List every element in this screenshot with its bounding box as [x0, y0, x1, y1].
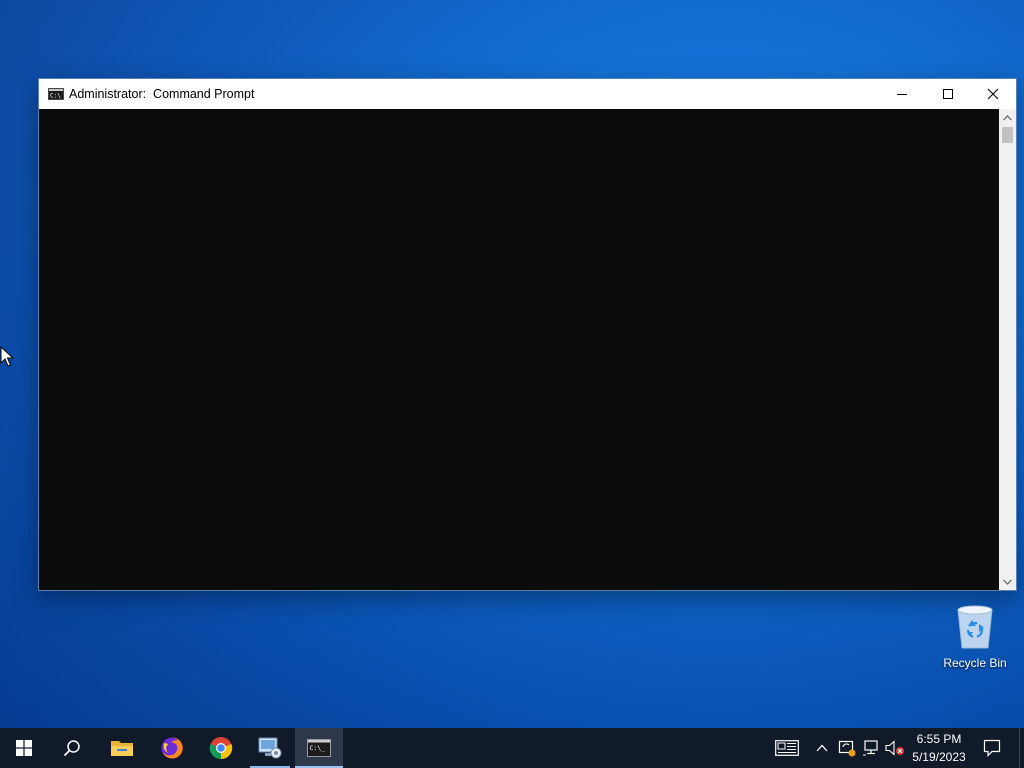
- update-icon: [838, 740, 856, 757]
- search-button[interactable]: [48, 728, 96, 768]
- mouse-cursor-icon: [0, 346, 14, 367]
- close-icon: [987, 88, 999, 100]
- chevron-up-icon: [816, 744, 828, 752]
- close-button[interactable]: [970, 79, 1016, 109]
- update-status-button[interactable]: [837, 738, 857, 758]
- volume-muted-icon: [885, 740, 904, 756]
- action-center-button[interactable]: [980, 738, 1004, 758]
- minimize-icon: [897, 94, 907, 95]
- svg-text:C:\: C:\: [50, 93, 61, 100]
- maximize-icon: [943, 89, 953, 99]
- command-prompt-window[interactable]: C:\ Administrator: Command Prompt: [38, 78, 1017, 591]
- chrome-icon: [209, 737, 233, 760]
- setup-icon: [258, 737, 282, 759]
- show-hidden-icons-button[interactable]: [814, 738, 830, 758]
- start-button[interactable]: [0, 728, 48, 768]
- file-explorer-button[interactable]: [98, 728, 146, 768]
- network-button[interactable]: [862, 738, 880, 758]
- chrome-button[interactable]: [197, 728, 245, 768]
- cmd-icon: C:\: [48, 88, 64, 100]
- clock[interactable]: 6:55 PM 5/19/2023: [906, 730, 972, 766]
- show-desktop-button[interactable]: [1019, 728, 1024, 768]
- search-icon: [63, 740, 80, 757]
- console-output[interactable]: [39, 109, 999, 590]
- volume-button[interactable]: [885, 738, 905, 758]
- clock-date: 5/19/2023: [912, 750, 966, 764]
- scroll-down-button[interactable]: [999, 573, 1016, 590]
- folder-icon: [111, 741, 133, 756]
- desktop: C:\ Administrator: Command Prompt Recycl…: [0, 0, 1024, 728]
- recycle-bin-icon: [957, 605, 993, 649]
- scroll-up-button[interactable]: [999, 109, 1016, 126]
- window-title: Administrator: Command Prompt: [69, 87, 255, 101]
- vertical-scrollbar[interactable]: [999, 109, 1016, 590]
- network-icon: [863, 740, 878, 756]
- firefox-icon: [161, 737, 183, 759]
- chevron-down-icon: [1003, 579, 1012, 585]
- news-widget-button[interactable]: [774, 738, 800, 758]
- minimize-button[interactable]: [879, 79, 925, 109]
- svg-text:C:\_: C:\_: [310, 744, 326, 752]
- taskbar: C:\_ 6:55 PM 5/19/2023: [0, 728, 1024, 768]
- scroll-thumb[interactable]: [1002, 127, 1013, 143]
- chevron-up-icon: [1003, 114, 1012, 120]
- clock-time: 6:55 PM: [916, 732, 962, 746]
- recycle-bin-label: Recycle Bin: [943, 656, 1007, 670]
- title-bar[interactable]: C:\ Administrator: Command Prompt: [39, 79, 1016, 109]
- windows-logo-icon: [16, 740, 32, 756]
- cmd-icon: C:\_: [307, 739, 331, 757]
- maximize-button[interactable]: [925, 79, 971, 109]
- recycle-bin-shortcut[interactable]: Recycle Bin: [938, 600, 1012, 672]
- notifications-icon: [983, 739, 1001, 757]
- firefox-button[interactable]: [148, 728, 196, 768]
- news-icon: [775, 740, 799, 756]
- command-prompt-taskbar-button[interactable]: C:\_: [295, 728, 343, 768]
- setup-app-button[interactable]: [246, 728, 294, 768]
